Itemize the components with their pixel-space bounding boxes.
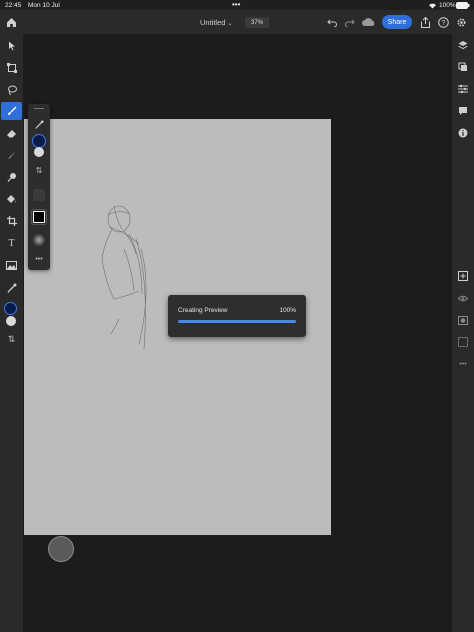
adjustments-icon[interactable]: [455, 82, 471, 96]
comments-icon[interactable]: [455, 104, 471, 118]
fill-icon[interactable]: [3, 191, 20, 207]
brush-shape-icon: [33, 211, 45, 223]
lasso-icon[interactable]: [3, 82, 20, 98]
share-button[interactable]: Share: [382, 15, 412, 29]
visibility-icon[interactable]: [455, 291, 471, 305]
zoom-level[interactable]: 37%: [245, 17, 269, 28]
document-title-text: Untitled: [200, 18, 226, 27]
layers-icon[interactable]: [455, 38, 471, 52]
settings-icon[interactable]: [455, 16, 467, 28]
dialog-percent: 100%: [279, 307, 296, 314]
progress-dialog: Creating Preview 100%: [168, 295, 306, 337]
undo-icon[interactable]: [326, 16, 338, 28]
select-icon[interactable]: [3, 38, 20, 54]
layer-actions-icon[interactable]: [455, 335, 471, 349]
right-toolbar: •••: [452, 34, 474, 632]
eyedropper-icon[interactable]: [32, 118, 46, 130]
brush-panel: ⇅ •••: [28, 104, 50, 270]
document-title[interactable]: Untitled ⌄: [200, 18, 233, 27]
image-icon[interactable]: [3, 257, 20, 273]
progress-fill: [178, 320, 296, 323]
primary-color-swatch[interactable]: [4, 302, 17, 315]
brush-size-icon[interactable]: [33, 189, 45, 201]
chevron-down-icon: ⌄: [227, 21, 233, 27]
smudge-icon[interactable]: [3, 147, 20, 163]
cloud-icon[interactable]: [361, 16, 375, 28]
crop-icon[interactable]: [3, 213, 20, 229]
text-icon[interactable]: T: [3, 235, 20, 251]
help-icon[interactable]: ?: [437, 16, 449, 28]
export-icon[interactable]: [419, 16, 431, 28]
eyedropper-icon[interactable]: [3, 280, 20, 296]
battery-text: 100%: [439, 2, 456, 9]
eraser-icon[interactable]: [3, 125, 20, 141]
liquify-icon[interactable]: [3, 169, 20, 185]
panel-primary-swatch[interactable]: [32, 134, 46, 148]
add-layer-icon[interactable]: [455, 269, 471, 283]
transform-icon[interactable]: [3, 60, 20, 76]
touch-shortcut-button[interactable]: [48, 536, 74, 562]
panel-handle[interactable]: [34, 108, 44, 109]
redo-icon[interactable]: [344, 16, 356, 28]
progress-track: [178, 320, 296, 323]
home-icon[interactable]: [4, 15, 18, 29]
mask-icon[interactable]: [455, 313, 471, 327]
more-layer-icon[interactable]: •••: [455, 357, 471, 371]
swap-colors-icon[interactable]: ⇅: [3, 331, 20, 347]
brush-icon[interactable]: [1, 102, 22, 120]
info-icon[interactable]: [455, 126, 471, 140]
dialog-label: Creating Preview: [178, 307, 228, 314]
multitask-dots-icon[interactable]: •••: [232, 0, 240, 9]
status-time: 22:45: [5, 2, 22, 9]
brush-softness-icon[interactable]: [33, 234, 45, 246]
brush-preview-button[interactable]: [31, 209, 47, 225]
layer-props-icon[interactable]: [455, 60, 471, 74]
more-options-icon[interactable]: •••: [32, 255, 46, 263]
svg-text:?: ?: [441, 20, 445, 27]
swap-colors-icon[interactable]: ⇅: [32, 164, 46, 176]
status-bar: 22:45 Mon 10 Jul ••• 100%: [0, 0, 474, 10]
secondary-color-swatch[interactable]: [6, 316, 16, 326]
panel-secondary-swatch[interactable]: [34, 147, 44, 157]
status-date: Mon 10 Jul: [28, 2, 60, 9]
left-toolbar: T ⇅: [0, 34, 23, 632]
